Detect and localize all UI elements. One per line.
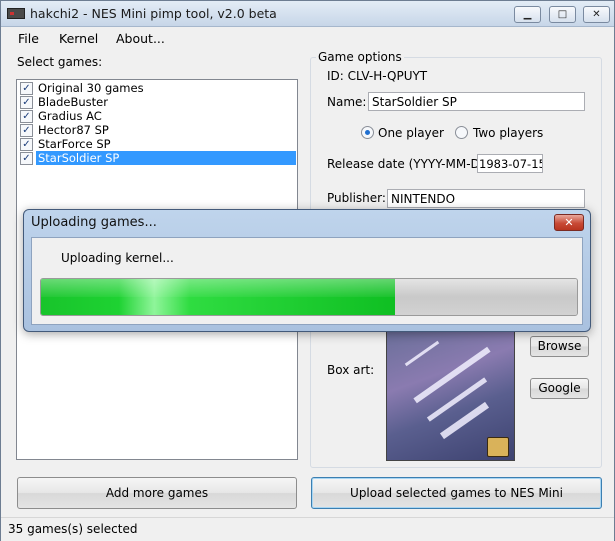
dialog-message: Uploading kernel...: [61, 251, 174, 265]
dialog-body: Uploading kernel...: [31, 237, 583, 325]
close-button[interactable]: ✕: [583, 6, 610, 23]
dialog-title: Uploading games...: [31, 215, 157, 230]
publisher-label: Publisher:: [327, 191, 386, 205]
two-players-radio[interactable]: [455, 126, 468, 139]
game-label: BladeBuster: [38, 95, 108, 109]
checkbox[interactable]: ✓: [20, 110, 33, 123]
box-art-image: [386, 331, 515, 461]
upload-dialog: Uploading games... ✕ Uploading kernel...: [23, 209, 591, 332]
box-art-label: Box art:: [327, 363, 375, 377]
checkbox[interactable]: ✓: [20, 152, 33, 165]
list-item[interactable]: ✓ Hector87 SP: [19, 123, 295, 137]
app-icon: [7, 8, 25, 19]
menu-bar: File Kernel About...: [1, 28, 614, 49]
checkbox[interactable]: ✓: [20, 138, 33, 151]
two-players-label: Two players: [473, 126, 544, 140]
publisher-field[interactable]: NINTENDO: [387, 189, 585, 208]
upload-button[interactable]: Upload selected games to NES Mini: [311, 477, 602, 509]
list-item[interactable]: ✓ StarForce SP: [19, 137, 295, 151]
name-label: Name:: [327, 95, 367, 109]
maximize-button[interactable]: □: [549, 6, 576, 23]
close-icon[interactable]: ✕: [554, 214, 584, 231]
add-more-games-button[interactable]: Add more games: [17, 477, 297, 509]
release-date-label: Release date (YYYY-MM-DD): [327, 157, 494, 171]
one-player-radio[interactable]: [361, 126, 374, 139]
menu-about[interactable]: About...: [116, 31, 165, 46]
list-item[interactable]: ✓ Gradius AC: [19, 109, 295, 123]
minimize-button[interactable]: ▁: [514, 6, 541, 23]
progress-fill: [41, 279, 395, 315]
one-player-label: One player: [378, 126, 444, 140]
menu-kernel[interactable]: Kernel: [59, 31, 98, 46]
status-bar: 35 games(s) selected: [1, 517, 614, 541]
seal-icon: [487, 437, 509, 457]
window-title: hakchi2 - NES Mini pimp tool, v2.0 beta: [30, 6, 277, 21]
browse-button[interactable]: Browse: [530, 336, 589, 357]
checkbox[interactable]: ✓: [20, 82, 33, 95]
game-id-text: ID: CLV-H-QPUYT: [327, 69, 428, 83]
upload-progress-bar: [40, 278, 578, 316]
list-item-selected[interactable]: ✓ StarSoldier SP: [19, 151, 296, 165]
list-item[interactable]: ✓ BladeBuster: [19, 95, 295, 109]
title-bar[interactable]: hakchi2 - NES Mini pimp tool, v2.0 beta …: [1, 1, 614, 27]
name-field[interactable]: StarSoldier SP: [368, 92, 585, 111]
game-label: Gradius AC: [38, 109, 102, 123]
menu-file[interactable]: File: [18, 31, 39, 46]
game-options-title: Game options: [316, 50, 404, 64]
checkbox[interactable]: ✓: [20, 96, 33, 109]
release-date-field[interactable]: 1983-07-15: [477, 154, 543, 173]
select-games-label: Select games:: [17, 55, 103, 69]
game-label: StarForce SP: [38, 137, 111, 151]
game-label: Original 30 games: [38, 81, 144, 95]
list-item[interactable]: ✓ Original 30 games: [19, 81, 295, 95]
google-button[interactable]: Google: [530, 378, 589, 399]
checkbox[interactable]: ✓: [20, 124, 33, 137]
game-label: Hector87 SP: [38, 123, 109, 137]
status-text: 35 games(s) selected: [8, 522, 138, 536]
game-label: StarSoldier SP: [36, 151, 296, 165]
